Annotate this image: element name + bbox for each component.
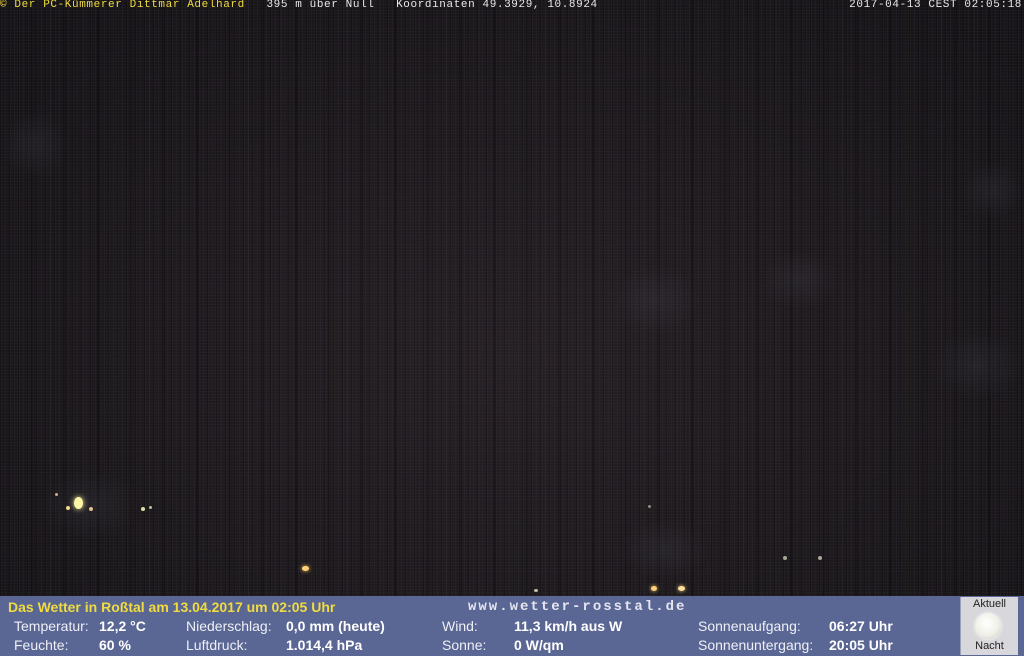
moon-phase-panel: Aktuell Nacht	[960, 597, 1018, 655]
noise-patch	[0, 110, 70, 180]
full-moon-icon	[975, 613, 1001, 639]
website-link[interactable]: www.wetter-rosstal.de	[468, 599, 686, 615]
street-light	[66, 506, 70, 510]
sun-value: 0 W/qm	[514, 637, 564, 653]
street-light	[648, 505, 651, 508]
sunset-label: Sonnenuntergang:	[698, 637, 814, 653]
humidity-value: 60 %	[99, 637, 131, 653]
sunrise-label: Sonnenaufgang:	[698, 618, 801, 634]
noise-patch	[620, 520, 710, 580]
pressure-label: Luftdruck:	[186, 637, 248, 653]
temperature-value: 12,2 °C	[99, 618, 146, 634]
pressure-value: 1.014,4 hPa	[286, 637, 363, 653]
webcam-frame: © Der PC-Kümmerer Dittmar Adelhard 395 m…	[0, 0, 1024, 656]
sunrise-value: 06:27 Uhr	[829, 618, 893, 634]
street-light	[534, 589, 538, 592]
overlay-left-text: © Der PC-Kümmerer Dittmar Adelhard 395 m…	[0, 0, 598, 11]
weather-title: Das Wetter in Roßtal am 13.04.2017 um 02…	[8, 599, 336, 615]
street-light	[149, 506, 152, 509]
precipitation-label: Niederschlag:	[186, 618, 272, 634]
night-webcam-image	[0, 0, 1024, 596]
sun-label: Sonne:	[442, 637, 487, 653]
copyright-credit: © Der PC-Kümmerer Dittmar Adelhard	[0, 0, 245, 11]
noise-patch	[930, 330, 1024, 400]
noise-patch	[40, 470, 140, 540]
street-light	[818, 556, 822, 560]
weather-info-bar: Das Wetter in Roßtal am 13.04.2017 um 02…	[0, 596, 1024, 656]
coordinates-text: Koordinaten 49.3929, 10.8924	[396, 0, 598, 11]
wind-value: 11,3 km/h aus W	[514, 618, 623, 634]
noise-patch	[760, 250, 840, 310]
temperature-label: Temperatur:	[14, 618, 89, 634]
street-light	[678, 586, 685, 591]
street-light	[783, 556, 787, 560]
timestamp-text: 2017-04-13 CEST 02:05:18	[849, 0, 1022, 11]
street-light	[302, 566, 309, 571]
street-light	[74, 497, 83, 509]
street-light	[55, 493, 58, 496]
street-light	[89, 507, 93, 511]
moon-night-label: Nacht	[975, 640, 1004, 652]
street-light	[651, 586, 657, 591]
altitude-text: 395 m über Null	[266, 0, 375, 11]
noise-patch	[610, 265, 700, 335]
street-light	[141, 507, 145, 511]
moon-current-label: Aktuell	[972, 598, 1007, 610]
sunset-value: 20:05 Uhr	[829, 637, 893, 653]
precipitation-value: 0,0 mm (heute)	[286, 618, 385, 634]
noise-patch	[960, 160, 1024, 220]
wind-label: Wind:	[442, 618, 478, 634]
webcam-info-overlay: © Der PC-Kümmerer Dittmar Adelhard 395 m…	[0, 0, 1024, 11]
humidity-label: Feuchte:	[14, 637, 69, 653]
